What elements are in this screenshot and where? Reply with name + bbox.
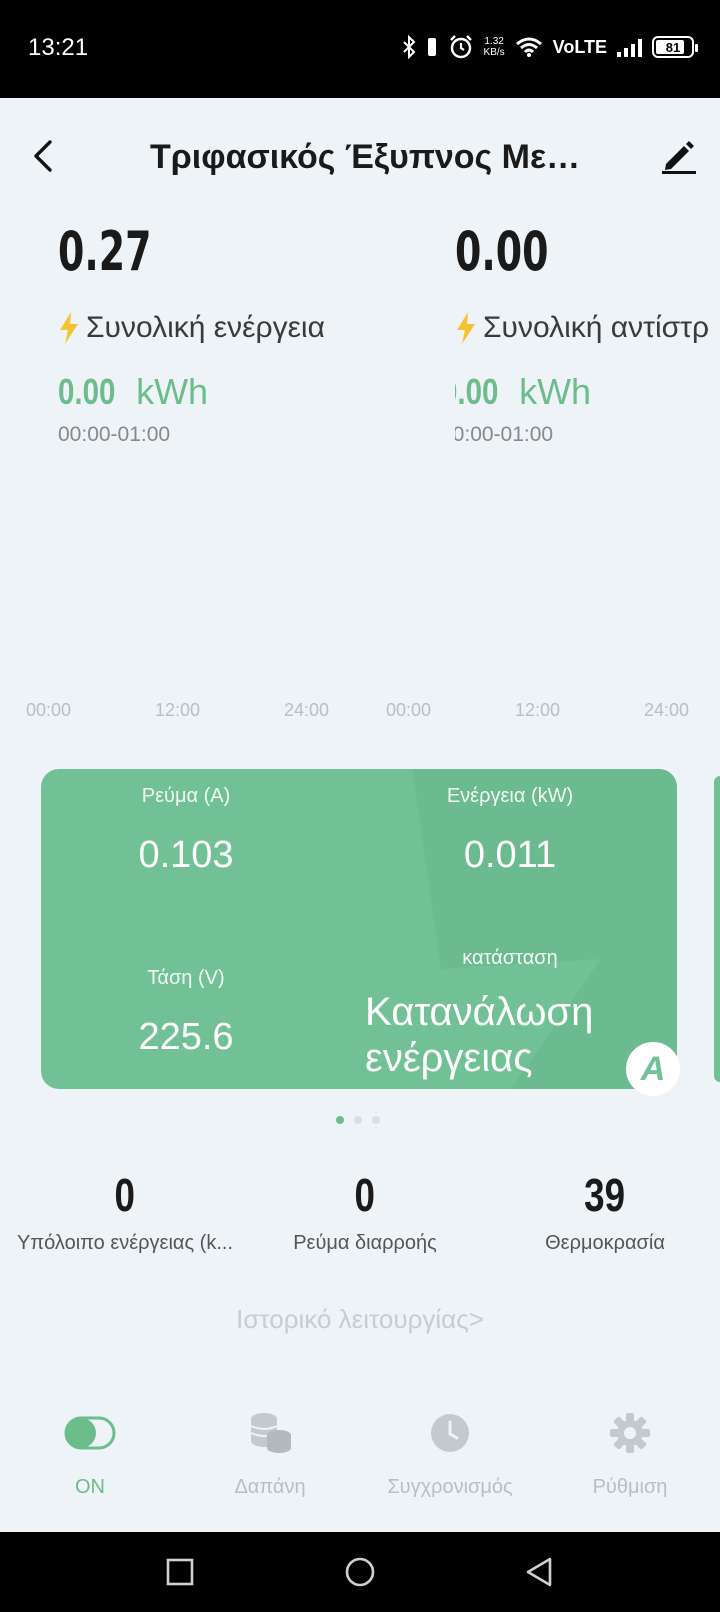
power-value: 0.011 bbox=[463, 834, 557, 876]
tab-sync[interactable]: Συγχρονισμός bbox=[360, 1408, 540, 1499]
signal-icon bbox=[617, 37, 642, 57]
edit-pencil-icon[interactable] bbox=[660, 136, 698, 176]
page-dot-active bbox=[336, 1116, 344, 1124]
tab-label: Δαπάνη bbox=[234, 1476, 306, 1498]
state-line-1: Κατανάλωση bbox=[365, 990, 594, 1034]
kwh-unit: kWh bbox=[136, 371, 209, 412]
tab-label: Συγχρονισμός bbox=[387, 1476, 513, 1498]
voltage-label: Τάση (V) bbox=[147, 967, 225, 989]
state-value: Κατανάλωση ενέργειας bbox=[365, 989, 593, 1081]
tab-settings[interactable]: Ρύθμιση bbox=[540, 1408, 720, 1499]
tab-on[interactable]: ON bbox=[0, 1408, 180, 1499]
page-dot bbox=[354, 1116, 362, 1124]
voltage-cell: Τάση (V) 225.6 bbox=[101, 967, 271, 1059]
operation-history-link[interactable]: Ιστορικό λειτουργίας> bbox=[0, 1304, 720, 1335]
stat-value: 39 bbox=[584, 1169, 626, 1221]
energy-column-total[interactable]: 0.27 Συνολική ενέργεια 0.00 kWh 00:00-01… bbox=[58, 220, 325, 447]
tab-label: Ρύθμιση bbox=[592, 1476, 668, 1498]
bluetooth-icon bbox=[402, 35, 415, 59]
page-dot bbox=[372, 1116, 380, 1124]
reverse-energy-value: 0.00 bbox=[455, 220, 549, 283]
accessibility-badge[interactable]: A bbox=[626, 1042, 680, 1096]
header: Τριφασικός Έξυπνος Μετρ... bbox=[0, 98, 720, 218]
kwh-value: 0.00 bbox=[455, 371, 499, 412]
power-cell: Ενέργεια (kW) 0.011 bbox=[425, 785, 595, 877]
state-line-2: ενέργειας bbox=[365, 1036, 533, 1080]
tab-label: ON bbox=[75, 1476, 105, 1498]
state-label: κατάσταση bbox=[462, 947, 558, 969]
kwh-unit: kWh bbox=[519, 371, 592, 412]
axis-label: 24:00 bbox=[284, 700, 330, 720]
alarm-icon bbox=[449, 35, 472, 59]
battery-level: 81 bbox=[665, 39, 681, 55]
axis-label: 12:00 bbox=[155, 700, 201, 720]
time-range: 00:00-01:00 bbox=[455, 423, 554, 446]
electric-info-card[interactable]: Ρεύμα (A) 0.103 Ενέργεια (kW) 0.011 Τάση… bbox=[41, 769, 677, 1089]
pagination-dots bbox=[336, 1116, 380, 1124]
voltage-value: 225.6 bbox=[138, 1016, 234, 1058]
status-icons: 1.32 KB/s VoLTE 81 bbox=[402, 34, 698, 60]
power-label: Ενέργεια (kW) bbox=[446, 785, 574, 807]
volte-label: VoLTE bbox=[552, 36, 607, 57]
clock-icon bbox=[431, 1414, 469, 1452]
network-speed: 1.32 KB/s bbox=[484, 36, 505, 58]
coins-icon bbox=[250, 1413, 291, 1453]
status-bar: 13:21 1.32 KB/s VoLTE 81 bbox=[0, 0, 720, 98]
wifi-icon bbox=[515, 37, 542, 57]
state-label-cell: κατάσταση bbox=[425, 947, 595, 970]
time-range: 00:00-01:00 bbox=[58, 423, 171, 446]
lightning-icon bbox=[60, 312, 78, 344]
stat-leakage-current: 0 Ρεύμα διαρροής bbox=[250, 1168, 480, 1255]
gear-icon bbox=[610, 1413, 650, 1453]
recents-square-icon[interactable] bbox=[166, 1558, 194, 1586]
page-title: Τριφασικός Έξυπνος Μετρ... bbox=[150, 138, 590, 176]
current-cell: Ρεύμα (A) 0.103 bbox=[101, 785, 271, 877]
lightning-icon bbox=[457, 312, 475, 344]
battery-icon: 81 bbox=[652, 36, 698, 58]
total-energy-kwh: 0.00 kWh bbox=[58, 371, 325, 413]
system-nav-bar bbox=[0, 1532, 720, 1612]
toggle-icon bbox=[64, 1416, 116, 1450]
current-label: Ρεύμα (A) bbox=[141, 785, 231, 807]
home-circle-icon[interactable] bbox=[344, 1556, 376, 1588]
stat-remaining-energy: 0 Υπόλοιπο ενέργειας (k... bbox=[10, 1168, 240, 1255]
axis-label: 00:00 bbox=[26, 700, 72, 720]
axis-label: 24:00 bbox=[644, 700, 690, 720]
stat-value: 0 bbox=[354, 1169, 376, 1221]
current-value: 0.103 bbox=[138, 834, 234, 876]
reverse-energy-label-row: Συνολική αντίστρ bbox=[455, 311, 720, 345]
axis-label: 12:00 bbox=[515, 700, 561, 720]
stat-label: Ρεύμα διαρροής bbox=[293, 1232, 437, 1254]
speed-value: 1.32 bbox=[484, 36, 504, 47]
total-energy-value: 0.27 bbox=[58, 220, 152, 283]
back-arrow-icon[interactable] bbox=[28, 136, 58, 176]
speed-unit: KB/s bbox=[483, 47, 505, 58]
total-energy-label: Συνολική ενέργεια bbox=[86, 311, 325, 344]
kwh-value: 0.00 bbox=[58, 371, 116, 412]
stat-label: Θερμοκρασία bbox=[545, 1232, 665, 1254]
axis-label: 00:00 bbox=[386, 700, 432, 720]
energy-column-reverse[interactable]: 0.00 Συνολική αντίστρ 0.00 kWh 00:00-01:… bbox=[455, 220, 720, 447]
back-triangle-icon[interactable] bbox=[524, 1556, 554, 1588]
status-time: 13:21 bbox=[28, 34, 89, 61]
stat-label: Υπόλοιπο ενέργειας (k... bbox=[17, 1232, 233, 1254]
stat-value: 0 bbox=[114, 1169, 136, 1221]
next-card-peek bbox=[714, 776, 720, 1082]
reverse-energy-label: Συνολική αντίστρ bbox=[483, 311, 710, 344]
tab-expense[interactable]: Δαπάνη bbox=[180, 1408, 360, 1499]
vibrate-icon bbox=[427, 38, 436, 56]
reverse-energy-kwh: 0.00 kWh bbox=[455, 371, 720, 413]
total-energy-label-row: Συνολική ενέργεια bbox=[58, 311, 325, 345]
stat-temperature: 39 Θερμοκρασία bbox=[490, 1168, 720, 1255]
